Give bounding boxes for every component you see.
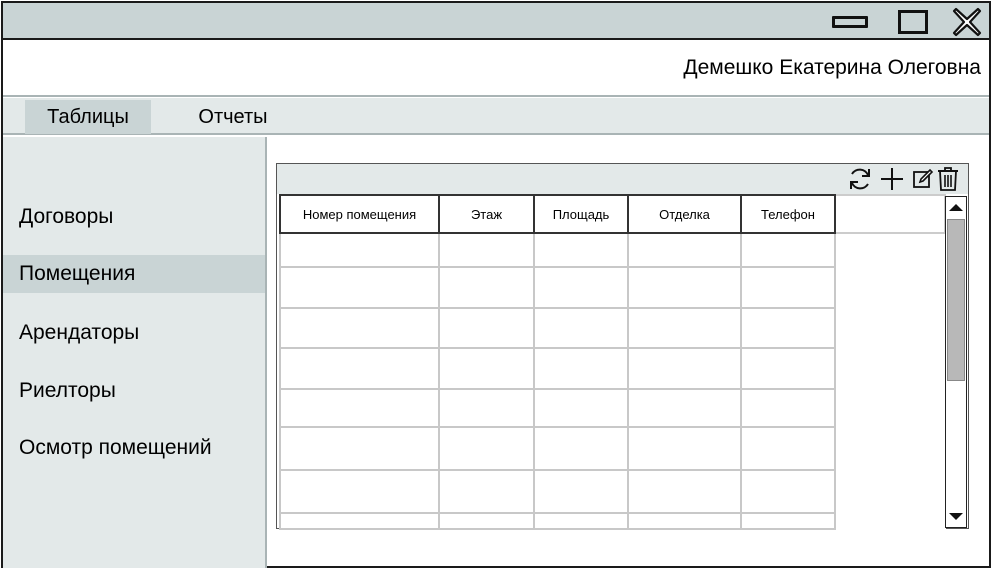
table-cell[interactable] xyxy=(533,388,629,428)
table-cell[interactable] xyxy=(627,307,742,349)
delete-button[interactable] xyxy=(935,166,961,192)
column-header-finish[interactable]: Отделка xyxy=(627,194,742,234)
table-cell[interactable] xyxy=(740,307,836,349)
app-window: Демешко Екатерина Олеговна Таблицы Отчет… xyxy=(1,1,991,568)
maximize-icon xyxy=(898,10,928,34)
table-cell[interactable] xyxy=(740,512,836,530)
table-row[interactable] xyxy=(279,388,946,428)
table-cell[interactable] xyxy=(740,426,836,471)
premises-grid-panel: Номер помещения Этаж Площадь Отделка Тел… xyxy=(276,163,969,530)
table-cell xyxy=(834,388,946,428)
vertical-scrollbar[interactable] xyxy=(945,196,967,528)
column-header-empty xyxy=(834,194,946,234)
menu-bar: Таблицы Отчеты xyxy=(3,98,989,135)
scroll-down-button[interactable] xyxy=(947,508,965,526)
table-cell xyxy=(834,512,946,530)
table-cell[interactable] xyxy=(438,512,535,530)
premises-table: Номер помещения Этаж Площадь Отделка Тел… xyxy=(279,194,946,530)
table-cell[interactable] xyxy=(533,347,629,390)
delete-icon xyxy=(938,167,958,191)
table-cell[interactable] xyxy=(533,512,629,530)
table-cell[interactable] xyxy=(279,347,440,390)
table-cell[interactable] xyxy=(533,426,629,471)
close-button[interactable] xyxy=(949,7,985,37)
table-cell xyxy=(834,347,946,390)
table-row[interactable] xyxy=(279,307,946,349)
edit-button[interactable] xyxy=(910,166,936,192)
table-cell[interactable] xyxy=(627,347,742,390)
table-cell xyxy=(834,307,946,349)
menu-reports[interactable]: Отчеты xyxy=(183,100,283,134)
grid-toolbar xyxy=(277,164,968,194)
table-row[interactable] xyxy=(279,512,946,530)
table-cell[interactable] xyxy=(627,469,742,514)
table-cell[interactable] xyxy=(438,307,535,349)
table-header-row: Номер помещения Этаж Площадь Отделка Тел… xyxy=(279,194,946,234)
minimize-icon xyxy=(832,16,868,28)
table-cell xyxy=(834,469,946,514)
table-cell[interactable] xyxy=(627,232,742,268)
title-bar xyxy=(3,3,989,40)
table-cell[interactable] xyxy=(438,266,535,309)
table-cell xyxy=(834,426,946,471)
table-cell[interactable] xyxy=(533,307,629,349)
table-row[interactable] xyxy=(279,469,946,514)
add-button[interactable] xyxy=(879,166,905,192)
table-cell[interactable] xyxy=(438,426,535,471)
table-cell[interactable] xyxy=(740,266,836,309)
table-cell[interactable] xyxy=(627,512,742,530)
maximize-button[interactable] xyxy=(895,7,931,37)
table-cell[interactable] xyxy=(438,232,535,268)
scroll-up-button[interactable] xyxy=(947,198,965,216)
table-cell[interactable] xyxy=(627,266,742,309)
table-cell[interactable] xyxy=(740,232,836,268)
column-header-phone[interactable]: Телефон xyxy=(740,194,836,234)
table-row[interactable] xyxy=(279,232,946,268)
table-cell[interactable] xyxy=(740,347,836,390)
table-cell[interactable] xyxy=(279,469,440,514)
table-cell[interactable] xyxy=(533,266,629,309)
menu-tables[interactable]: Таблицы xyxy=(25,100,151,134)
column-header-floor[interactable]: Этаж xyxy=(438,194,535,234)
table-cell[interactable] xyxy=(438,388,535,428)
sidebar-item-tenants[interactable]: Арендаторы xyxy=(3,314,265,352)
table-cell[interactable] xyxy=(740,388,836,428)
table-cell[interactable] xyxy=(279,388,440,428)
minimize-button[interactable] xyxy=(829,7,871,37)
table-cell[interactable] xyxy=(627,426,742,471)
table-cell[interactable] xyxy=(279,266,440,309)
sidebar-item-premises[interactable]: Помещения xyxy=(3,255,265,293)
table-cell xyxy=(834,232,946,268)
sidebar: Договоры Помещения Арендаторы Риелторы О… xyxy=(3,137,267,568)
table-cell[interactable] xyxy=(279,307,440,349)
table-cell[interactable] xyxy=(627,388,742,428)
table-cell[interactable] xyxy=(279,426,440,471)
triangle-down-icon xyxy=(949,513,963,520)
table-row[interactable] xyxy=(279,266,946,309)
user-bar: Демешко Екатерина Олеговна xyxy=(3,42,989,97)
table-cell[interactable] xyxy=(533,232,629,268)
edit-icon xyxy=(913,168,934,188)
table-cell[interactable] xyxy=(533,469,629,514)
close-icon xyxy=(952,7,982,37)
refresh-button[interactable] xyxy=(847,166,873,192)
triangle-up-icon xyxy=(949,204,963,211)
user-name: Демешко Екатерина Олеговна xyxy=(683,56,981,79)
add-icon xyxy=(881,168,903,190)
table-cell[interactable] xyxy=(438,347,535,390)
table-cell xyxy=(834,266,946,309)
sidebar-item-realtors[interactable]: Риелторы xyxy=(3,372,265,410)
table-cell[interactable] xyxy=(438,469,535,514)
sidebar-item-contracts[interactable]: Договоры xyxy=(3,198,265,236)
table-cell[interactable] xyxy=(279,512,440,530)
sidebar-item-inspections[interactable]: Осмотр помещений xyxy=(3,429,265,467)
scroll-thumb[interactable] xyxy=(947,219,965,381)
column-header-area[interactable]: Площадь xyxy=(533,194,629,234)
column-header-room-number[interactable]: Номер помещения xyxy=(279,194,440,234)
table-row[interactable] xyxy=(279,347,946,390)
table-cell[interactable] xyxy=(279,232,440,268)
table-cell[interactable] xyxy=(740,469,836,514)
refresh-icon xyxy=(850,168,870,190)
table-row[interactable] xyxy=(279,426,946,471)
